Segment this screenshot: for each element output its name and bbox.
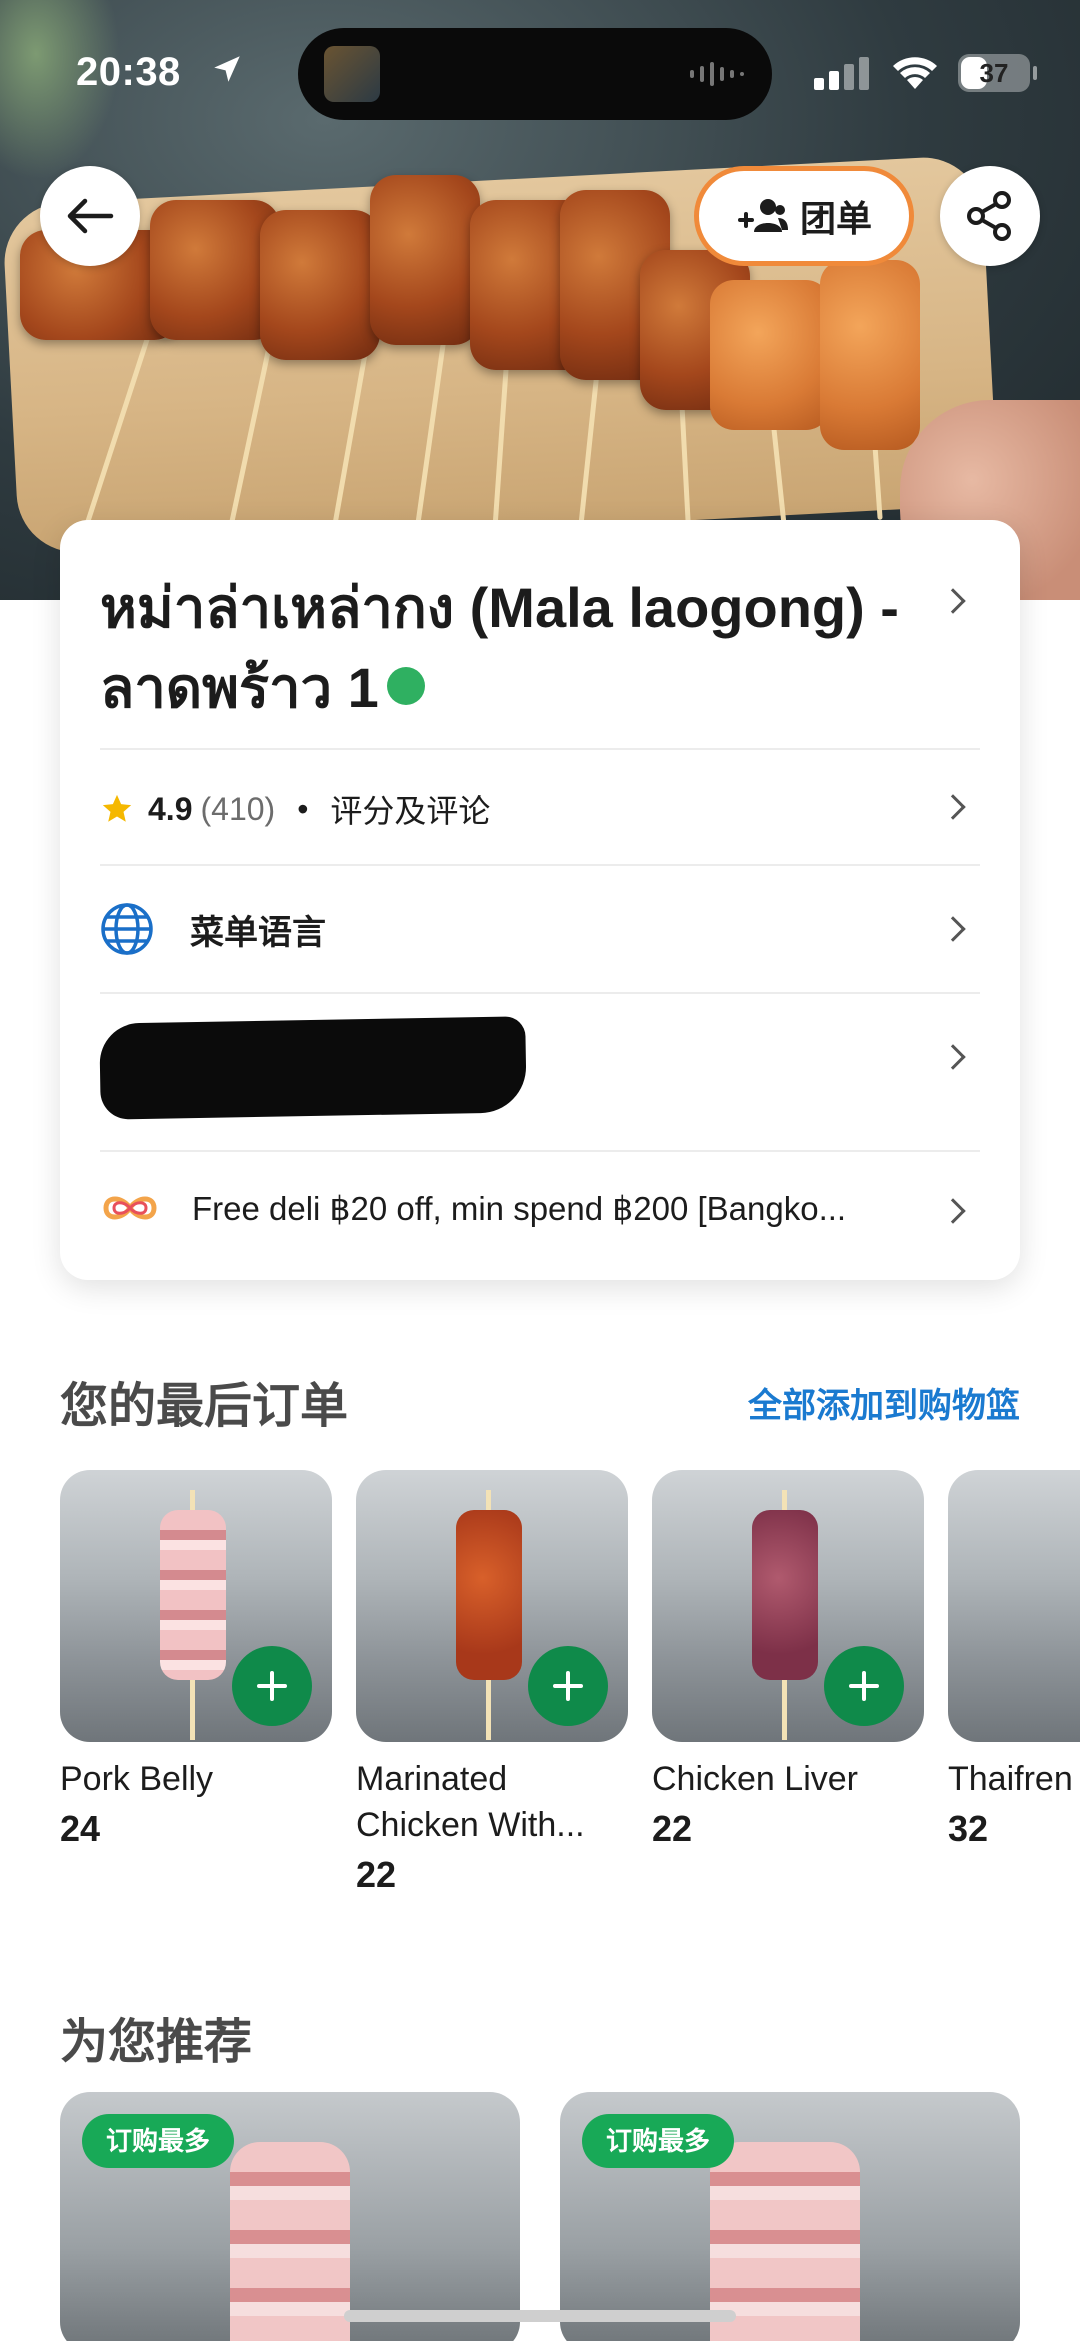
chevron-right-icon xyxy=(940,916,966,942)
share-icon xyxy=(967,191,1011,241)
group-order-button[interactable]: 团单 xyxy=(694,166,914,266)
best-seller-badge: 订购最多 xyxy=(82,2114,235,2168)
chevron-right-icon xyxy=(940,794,966,820)
rating-value: 4.9 xyxy=(148,790,193,827)
add-item-button[interactable] xyxy=(232,1646,312,1726)
item-price: 24 xyxy=(60,1808,101,1849)
item-image xyxy=(60,1470,332,1742)
plus-icon xyxy=(553,1671,583,1701)
group-order-label: 团单 xyxy=(799,198,872,239)
best-seller-badge: 订购最多 xyxy=(582,2114,735,2168)
arrow-left-icon xyxy=(67,198,114,234)
now-playing-artwork xyxy=(324,46,380,102)
item-image xyxy=(356,1470,628,1742)
item-name: Marinated Chicken With... xyxy=(356,1760,585,1844)
item-name: Thaifren xyxy=(948,1760,1073,1798)
promo-loop-icon xyxy=(103,1196,157,1220)
item-image xyxy=(948,1470,1080,1742)
list-item[interactable]: Marinated Chicken With... 22 xyxy=(356,1470,628,1896)
skewer-potato xyxy=(710,280,830,430)
back-button[interactable] xyxy=(40,166,140,266)
item-image xyxy=(652,1470,924,1742)
skewer-food xyxy=(456,1510,522,1680)
skewer-food xyxy=(230,2142,350,2341)
last-order-carousel[interactable]: Pork Belly 24 Marinated Chicken With... … xyxy=(60,1470,1080,1910)
item-name: Chicken Liver xyxy=(652,1760,858,1798)
skewer-meat xyxy=(260,210,380,360)
chevron-right-icon xyxy=(940,588,966,614)
skewer-meat xyxy=(370,175,480,345)
star-icon xyxy=(102,794,132,822)
add-all-to-basket-link[interactable]: 全部添加到购物篮 xyxy=(748,1378,1020,1427)
audio-wave-icon xyxy=(690,62,744,86)
menu-language-row[interactable]: 菜单语言 xyxy=(100,864,980,992)
last-order-title: 您的最后订单 xyxy=(60,1380,349,1433)
battery-cap xyxy=(1033,66,1037,80)
list-item[interactable]: Chicken Liver 22 xyxy=(652,1470,924,1850)
store-title[interactable]: หม่าล่าเหล่ากง (Mala laogong) - ลาดพร้าว… xyxy=(100,568,930,728)
skewer-potato xyxy=(820,260,920,450)
skewer-food xyxy=(752,1510,818,1680)
add-item-button[interactable] xyxy=(824,1646,904,1726)
list-item[interactable]: Pork Belly 24 xyxy=(60,1470,332,1850)
globe-icon xyxy=(101,903,153,955)
recommended-title: 为您推荐 xyxy=(60,2016,253,2069)
add-group-icon xyxy=(737,199,788,232)
ratings-reviews-link: 评分及评论 xyxy=(330,793,491,829)
skewer-food xyxy=(160,1510,226,1680)
recommended-card[interactable]: 订购最多 xyxy=(560,2092,1020,2341)
status-bar: 20:38 37 xyxy=(0,0,1080,140)
item-price: 22 xyxy=(356,1854,397,1895)
plus-icon xyxy=(849,1671,879,1701)
battery-level: 37 xyxy=(979,58,1009,88)
chevron-right-icon xyxy=(940,1198,966,1224)
rating-row[interactable]: 4.9 (410) • 评分及评论 xyxy=(100,748,980,864)
item-price: 32 xyxy=(948,1808,989,1849)
location-arrow-icon xyxy=(214,56,240,82)
status-time: 20:38 xyxy=(76,50,181,94)
rating-count: (410) xyxy=(200,790,276,827)
wifi-icon xyxy=(893,57,937,89)
battery-indicator: 37 xyxy=(958,54,1037,92)
add-item-button[interactable] xyxy=(528,1646,608,1726)
plus-icon xyxy=(257,1671,287,1701)
recommended-card[interactable]: 订购最多 xyxy=(60,2092,520,2341)
separator-dot: • xyxy=(297,790,309,827)
share-button[interactable] xyxy=(940,166,1040,266)
item-name: Pork Belly xyxy=(60,1760,214,1798)
store-name: หม่าล่าเหล่ากง (Mala laogong) - ลาดพร้าว… xyxy=(100,576,899,719)
dynamic-island xyxy=(298,28,772,120)
promo-row[interactable]: Free deli ฿20 off, min spend ฿200 [Bangk… xyxy=(100,1150,980,1278)
verified-badge-icon xyxy=(386,667,425,706)
item-price: 22 xyxy=(652,1808,693,1849)
signal-icon xyxy=(814,57,869,90)
redacted-block xyxy=(99,1016,527,1120)
menu-language-label: 菜单语言 xyxy=(190,913,326,952)
delivery-info-row[interactable] xyxy=(99,992,980,1150)
chevron-right-icon xyxy=(940,1044,966,1070)
promo-text: Free deli ฿20 off, min spend ฿200 [Bangk… xyxy=(192,1189,847,1227)
store-info-card: หม่าล่าเหล่ากง (Mala laogong) - ลาดพร้าว… xyxy=(60,520,1020,1280)
home-indicator[interactable] xyxy=(344,2310,736,2322)
list-item[interactable]: Thaifren 32 xyxy=(948,1470,1080,1850)
